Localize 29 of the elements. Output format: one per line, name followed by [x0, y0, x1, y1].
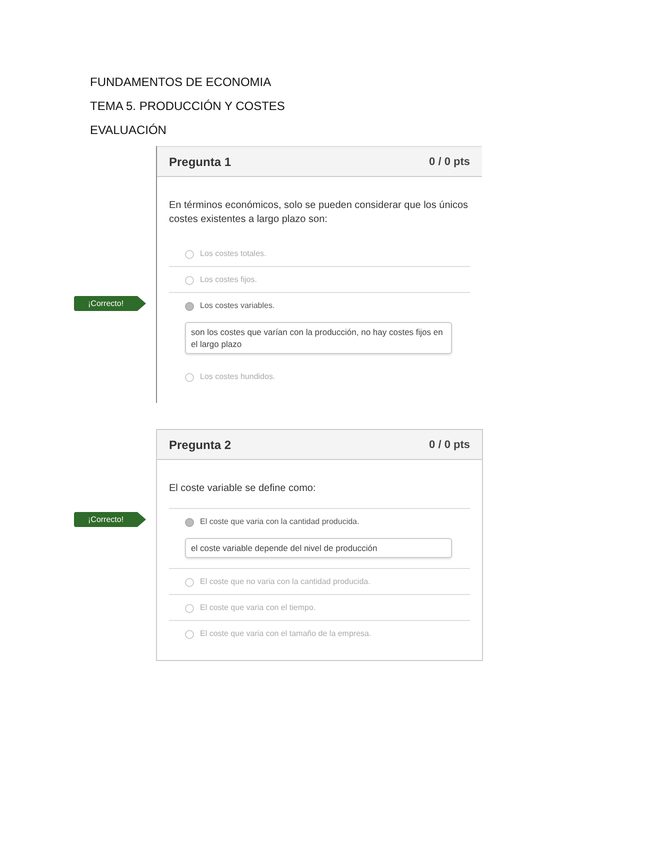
answer-option: El coste que varia con la cantidad producida. [200, 516, 360, 528]
radio-button[interactable] [185, 276, 194, 284]
answer-option: Los costes hundidos. [200, 371, 276, 383]
points-label: 0 / 0 pts [429, 438, 470, 450]
question-text: En términos económicos, solo se pueden considerar que los únicos costes existentes a largo plazo son: [169, 199, 470, 227]
radio-button[interactable] [185, 578, 194, 586]
document-heading: FUNDAMENTOS DE ECONOMIA [90, 74, 272, 90]
answer-option: El coste que no varia con la cantidad producida. [200, 576, 370, 588]
answer-comment: el coste variable depende del nivel de producción [185, 538, 452, 558]
radio-button[interactable] [185, 372, 194, 382]
radio-button[interactable] [185, 630, 194, 638]
question-title: Pregunta 1 [169, 154, 232, 168]
radio-button[interactable] [185, 604, 194, 612]
answer-comment: son los costes que varían con la producción, no hay costes fijos en el largo plazo [185, 322, 452, 354]
correct-badge: ¡Correcto! [74, 512, 146, 527]
answer-option: El coste que varia con el tamaño de la empresa. [200, 628, 372, 640]
answer-option: Los costes variables. [200, 300, 275, 312]
answer-option: Los costes totales. [200, 248, 266, 260]
radio-button[interactable] [185, 518, 194, 526]
radio-button[interactable] [185, 250, 194, 258]
document-heading: EVALUACIÓN [90, 122, 168, 138]
answer-option: El coste que varia con el tiempo. [200, 602, 316, 614]
radio-button[interactable] [185, 302, 194, 310]
points-label: 0 / 0 pts [429, 156, 470, 168]
document-heading: TEMA 5. PRODUCCIÓN Y COSTES [90, 98, 286, 114]
correct-badge: ¡Correcto! [74, 296, 146, 311]
question-title: Pregunta 2 [169, 438, 232, 452]
question-text: El coste variable se define como: [169, 474, 470, 509]
answer-option: Los costes fijos. [200, 274, 257, 286]
